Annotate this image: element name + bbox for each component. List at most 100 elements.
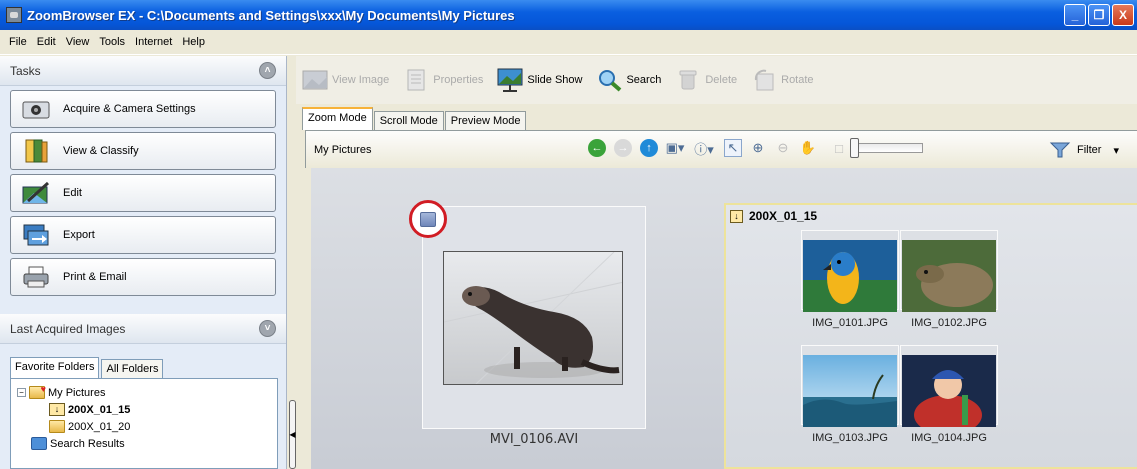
- pointer-icon[interactable]: ↖: [724, 139, 742, 157]
- delete-label: Delete: [705, 74, 738, 86]
- printer-icon: [19, 264, 53, 290]
- menu-bar: File Edit View Tools Internet Help: [0, 30, 1137, 55]
- filter-icon: [1049, 141, 1071, 159]
- tasks-header: Tasks ˄: [0, 56, 286, 86]
- folder-heart-icon: ♥: [29, 384, 46, 399]
- tab-preview-mode[interactable]: Preview Mode: [444, 111, 527, 130]
- info-icon[interactable]: ⓘ▾: [691, 139, 717, 157]
- tasks-header-label: Tasks: [10, 63, 41, 78]
- save-icon: [420, 211, 436, 227]
- video-thumbnail[interactable]: [443, 251, 623, 385]
- forward-icon[interactable]: →: [614, 139, 632, 157]
- tree-item-200x-01-15[interactable]: ↓ 200X_01_15: [17, 401, 271, 418]
- properties-label: Properties: [433, 74, 484, 86]
- view-classify-icon: [19, 138, 53, 164]
- browser-nav-bar: My Pictures ← → ↑ ▣▾ ⓘ▾ ↖ ⊕ ⊖ ✋ □ Filter…: [305, 130, 1137, 168]
- print-email-button[interactable]: Print & Email: [10, 258, 276, 296]
- app-icon: [6, 7, 22, 23]
- tree-item-label: 200X_01_15: [68, 403, 131, 416]
- filter-label: Filter: [1077, 144, 1102, 156]
- close-button[interactable]: X: [1112, 4, 1134, 26]
- image-thumbnail[interactable]: IMG_0103.JPG: [801, 345, 899, 444]
- tab-favorite-folders[interactable]: Favorite Folders: [10, 357, 100, 378]
- group-title: ↓ 200X_01_15: [730, 209, 817, 223]
- zoom-in-icon[interactable]: ⊕: [749, 139, 767, 157]
- turtle-photo: [902, 240, 996, 312]
- zoom-slider[interactable]: [850, 138, 923, 158]
- download-icon: ↓: [730, 209, 743, 223]
- pane-splitter-handle[interactable]: ◀: [289, 400, 296, 469]
- tab-all-folders[interactable]: All Folders: [101, 359, 164, 378]
- edit-label: Edit: [63, 187, 82, 199]
- tab-zoom-mode[interactable]: Zoom Mode: [302, 107, 373, 130]
- properties-button[interactable]: Properties: [403, 68, 483, 92]
- zoom-slider-thumb[interactable]: [850, 138, 859, 158]
- search-label: Search: [626, 74, 662, 86]
- maximize-button[interactable]: ❐: [1088, 4, 1110, 26]
- acquire-camera-settings-label: Acquire & Camera Settings: [63, 103, 196, 115]
- folder-group-200x-01-15: ↓ 200X_01_15 IMG_0101.JPG IMG_0102.JPG I…: [724, 203, 1137, 469]
- export-label: Export: [63, 229, 95, 241]
- image-thumbnail[interactable]: IMG_0104.JPG: [900, 345, 998, 444]
- folders-panel: Favorite Folders All Folders − ♥ My Pict…: [10, 356, 278, 469]
- window-title: ZoomBrowser EX - C:\Documents and Settin…: [27, 7, 515, 23]
- download-status-icon: [409, 200, 447, 238]
- tree-item-200x-01-20[interactable]: 200X_01_20: [17, 418, 271, 435]
- filter-dropdown-icon[interactable]: ▾: [1113, 144, 1119, 157]
- view-classify-button[interactable]: View & Classify: [10, 132, 276, 170]
- child-photo: [902, 355, 996, 427]
- menu-edit[interactable]: Edit: [32, 36, 61, 48]
- image-caption: IMG_0103.JPG: [812, 432, 888, 444]
- export-button[interactable]: Export: [10, 216, 276, 254]
- edit-button[interactable]: Edit: [10, 174, 276, 212]
- folder-icon: [49, 420, 65, 433]
- hand-icon[interactable]: ✋: [799, 139, 817, 157]
- left-pane: Tasks ˄ Acquire & Camera Settings View &…: [0, 56, 287, 469]
- menu-view[interactable]: View: [61, 36, 95, 48]
- menu-file[interactable]: File: [4, 36, 32, 48]
- menu-internet[interactable]: Internet: [130, 36, 177, 48]
- view-classify-label: View & Classify: [63, 145, 139, 157]
- tab-scroll-mode[interactable]: Scroll Mode: [373, 111, 444, 130]
- thumbnail-browser: MVI_0106.AVI ↓ 200X_01_15 IMG_0101.JPG I…: [311, 168, 1137, 469]
- last-acquired-header: Last Acquired Images ˅: [0, 314, 286, 344]
- select-icon[interactable]: ▣▾: [666, 139, 685, 157]
- rotate-label: Rotate: [781, 74, 814, 86]
- tree-item-search-results[interactable]: Search Results: [17, 435, 271, 452]
- zoom-out-icon[interactable]: ⊖: [774, 139, 792, 157]
- rotate-button[interactable]: Rotate: [751, 68, 814, 92]
- last-acquired-label: Last Acquired Images: [10, 321, 126, 336]
- properties-icon: [403, 68, 429, 92]
- image-thumbnail[interactable]: IMG_0102.JPG: [900, 230, 998, 329]
- menu-tools[interactable]: Tools: [94, 36, 130, 48]
- image-thumbnail[interactable]: IMG_0101.JPG: [801, 230, 899, 329]
- slide-show-button[interactable]: Slide Show: [497, 68, 582, 92]
- slide-show-icon: [497, 68, 523, 92]
- tree-item-label: 200X_01_20: [68, 420, 131, 433]
- collapse-tree-icon[interactable]: −: [17, 388, 26, 397]
- acquire-camera-settings-button[interactable]: Acquire & Camera Settings: [10, 90, 276, 128]
- fit-icon[interactable]: □: [830, 139, 848, 157]
- main-toolbar: View Image Properties Slide Show Search …: [296, 56, 1137, 104]
- expand-last-acquired-icon[interactable]: ˅: [259, 320, 276, 337]
- image-caption: IMG_0101.JPG: [812, 317, 888, 329]
- collapse-tasks-icon[interactable]: ˄: [259, 62, 276, 79]
- view-image-button[interactable]: View Image: [302, 68, 389, 92]
- search-button[interactable]: Search: [596, 68, 661, 92]
- up-folder-icon[interactable]: ↑: [640, 139, 658, 157]
- edit-icon: [19, 180, 53, 206]
- minimize-button[interactable]: _: [1064, 4, 1086, 26]
- image-caption: IMG_0102.JPG: [911, 317, 987, 329]
- back-icon[interactable]: ←: [588, 139, 606, 157]
- group-title-label: 200X_01_15: [749, 209, 818, 223]
- tree-item-my-pictures[interactable]: − ♥ My Pictures: [17, 384, 271, 401]
- delete-button[interactable]: Delete: [675, 68, 737, 92]
- download-folder-icon: ↓: [49, 403, 65, 416]
- filter-button[interactable]: Filter ▾: [1049, 141, 1119, 159]
- breadcrumb: My Pictures: [314, 143, 372, 156]
- menu-help[interactable]: Help: [177, 36, 210, 48]
- video-caption: MVI_0106.AVI: [489, 432, 579, 447]
- slide-show-label: Slide Show: [527, 74, 583, 86]
- view-image-icon: [302, 68, 328, 92]
- trash-icon: [675, 68, 701, 92]
